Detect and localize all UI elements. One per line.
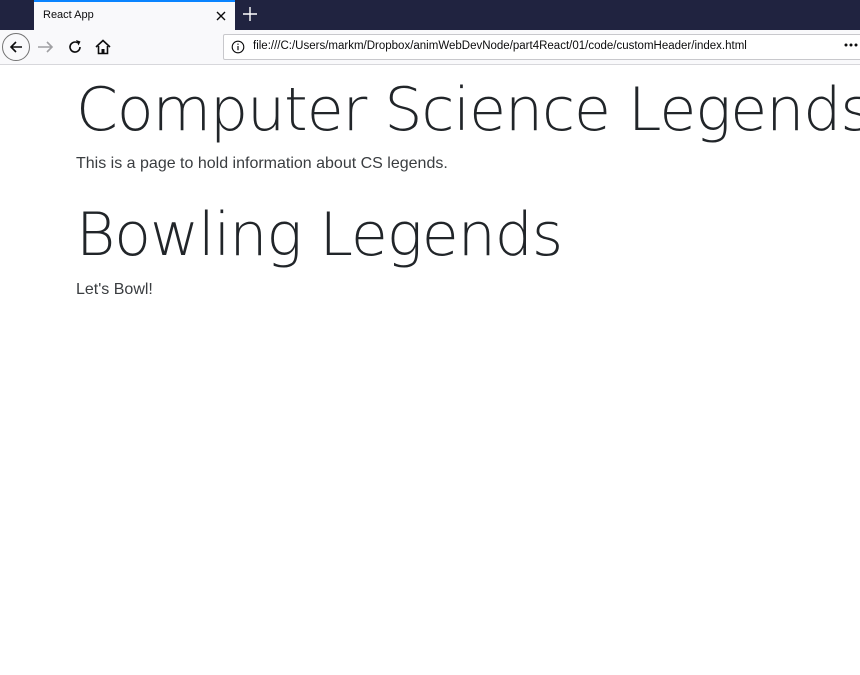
forward-button[interactable]	[36, 38, 56, 56]
url-bar[interactable]: file:///C:/Users/markm/Dropbox/animWebDe…	[223, 34, 860, 60]
arrow-right-icon	[38, 41, 54, 53]
navigation-toolbar: file:///C:/Users/markm/Dropbox/animWebDe…	[0, 30, 860, 65]
back-button[interactable]	[2, 33, 30, 61]
tab-strip: React App	[0, 0, 860, 30]
lead-bowling-legends: Let's Bowl!	[76, 281, 153, 298]
lead-cs-legends: This is a page to hold information about…	[76, 155, 448, 172]
tab-title: React App	[43, 9, 94, 21]
home-icon	[95, 39, 111, 55]
arrow-left-icon	[9, 41, 22, 53]
info-icon[interactable]	[231, 40, 245, 54]
plus-icon[interactable]	[241, 5, 259, 23]
url-text[interactable]: file:///C:/Users/markm/Dropbox/animWebDe…	[253, 40, 747, 52]
home-button[interactable]	[94, 38, 112, 56]
reload-button[interactable]	[66, 38, 84, 56]
reload-icon	[69, 40, 81, 53]
close-icon[interactable]	[213, 8, 229, 24]
heading-cs-legends: Computer Science Legends	[76, 75, 860, 145]
more-horizontal-icon[interactable]	[843, 37, 859, 53]
heading-bowling-legends: Bowling Legends	[76, 200, 563, 270]
tab-react-app[interactable]: React App	[34, 0, 235, 30]
